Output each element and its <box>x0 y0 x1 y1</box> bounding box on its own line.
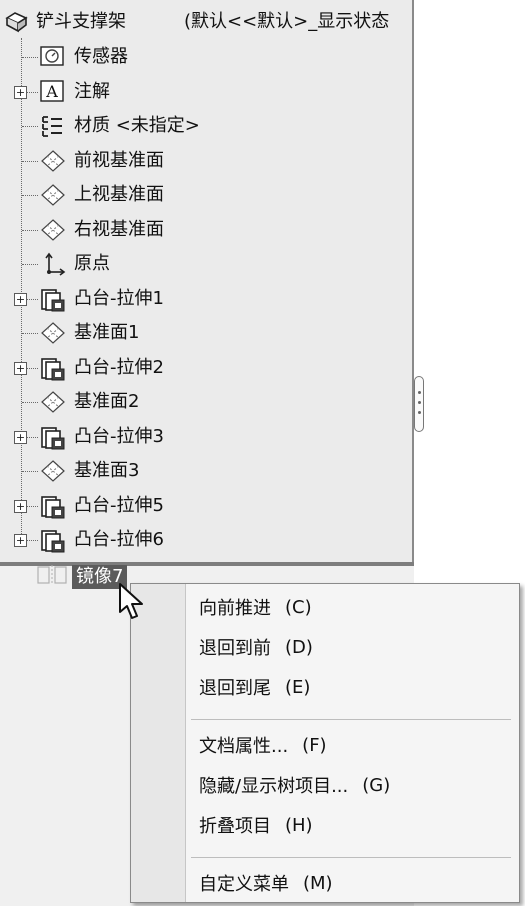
tree-item-label: 凸台-拉伸5 <box>74 494 164 516</box>
tree-item[interactable]: 材质 <未指定> <box>0 109 412 143</box>
menu-item[interactable]: 退回到前 (D) <box>199 632 313 662</box>
tree-connector <box>22 402 38 403</box>
sensor-icon <box>40 45 64 71</box>
menu-item-label: 退回到尾 <box>199 678 271 699</box>
tree-connector <box>22 229 38 231</box>
expand-toggle-icon[interactable]: + <box>14 361 27 375</box>
plane-icon <box>40 390 66 418</box>
tree-item[interactable]: + A 注解 <box>0 75 412 109</box>
menu-separator <box>191 857 511 858</box>
expand-toggle-icon[interactable]: + <box>14 292 27 306</box>
plane-icon <box>40 149 66 177</box>
menu-item-shortcut: (F) <box>302 734 327 756</box>
tree-item-label: 材质 <未指定> <box>74 115 200 136</box>
plane-icon <box>40 218 66 246</box>
extrude-icon <box>40 287 66 317</box>
tree-item[interactable]: 原点 <box>0 247 412 281</box>
menu-item[interactable]: 折叠项目 (H) <box>199 810 313 840</box>
menu-item-label: 退回到前 <box>199 638 271 659</box>
tree-item[interactable]: + 凸台-拉伸6 <box>0 523 412 557</box>
menu-item-shortcut: (E) <box>285 676 311 698</box>
tree-item[interactable]: 右视基准面 <box>0 213 412 247</box>
tree-item[interactable]: 上视基准面 <box>0 178 412 212</box>
tree-connector <box>22 333 38 334</box>
feature-tree-panel: 铲斗支撑架 (默认<<默认>_显示状态 传感器 + A 注解材质 <未指定> 前视基准面… <box>0 0 414 562</box>
menu-item-label: 文档属性... <box>199 736 289 757</box>
tree-item-label: 前视基准面 <box>74 149 164 171</box>
mirror-icon <box>36 564 68 590</box>
svg-text:A: A <box>45 82 58 101</box>
tree-item-label: 注解 <box>74 80 110 102</box>
tree-item-mirror[interactable]: 镜像7 <box>36 563 128 591</box>
tree-item-label: 基准面1 <box>74 322 140 343</box>
part-name: 铲斗支撑架 <box>36 11 126 32</box>
tree-item-label: 上视基准面 <box>74 184 164 205</box>
tree-item[interactable]: 基准面1 <box>0 316 412 350</box>
tree-item-label: 凸台-拉伸6 <box>74 529 164 550</box>
mouse-cursor-icon <box>118 582 150 628</box>
menu-item[interactable]: 自定义菜单 (M) <box>199 868 333 898</box>
configuration-label: (默认<<默认>_显示状态 <box>184 11 390 32</box>
menu-separator <box>191 719 511 720</box>
tree-item-label: 基准面3 <box>74 460 140 481</box>
tree-item[interactable]: 基准面3 <box>0 454 412 488</box>
tree-item[interactable]: 前视基准面 <box>0 144 412 178</box>
tree-item-label: 凸台-拉伸2 <box>74 356 164 378</box>
context-menu: 向前推进 (C) 退回到前 (D) 退回到尾 (E) 文档属性... (F) 隐藏/显示树项目.… <box>130 583 520 903</box>
expand-toggle-icon[interactable]: + <box>14 85 27 99</box>
tree-item-label: 原点 <box>74 253 110 274</box>
tree-item[interactable]: + 凸台-拉伸1 <box>0 282 412 316</box>
tree-root-item[interactable]: 铲斗支撑架 (默认<<默认>_显示状态 <box>0 4 412 38</box>
tree-item[interactable]: 传感器 <box>0 40 412 74</box>
part-icon <box>4 10 30 38</box>
tree-connector <box>22 160 38 162</box>
tree-connector <box>22 264 38 265</box>
tree-connector <box>22 471 38 472</box>
annotation-icon: A <box>40 79 64 106</box>
menu-item-shortcut: (C) <box>285 596 312 618</box>
tree-item[interactable]: 基准面2 <box>0 385 412 419</box>
expand-toggle-icon[interactable]: + <box>14 430 27 444</box>
extrude-icon <box>40 528 66 558</box>
expand-toggle-icon[interactable]: + <box>14 534 27 547</box>
tree-connector <box>22 126 38 127</box>
expand-toggle-icon[interactable]: + <box>14 499 27 513</box>
tree-item-label: 传感器 <box>74 46 128 67</box>
menu-item-shortcut: (H) <box>285 814 313 836</box>
origin-icon <box>40 252 66 280</box>
extrude-icon <box>40 356 66 386</box>
menu-item-shortcut: (M) <box>303 872 333 894</box>
tree-item-label: 基准面2 <box>74 391 140 412</box>
tree-item[interactable]: + 凸台-拉伸2 <box>0 351 412 385</box>
menu-item-shortcut: (D) <box>285 636 313 658</box>
extrude-icon <box>40 425 66 455</box>
menu-item-label: 折叠项目 <box>199 816 271 837</box>
menu-item[interactable]: 文档属性... (F) <box>199 730 327 760</box>
menu-item-label: 隐藏/显示树项目... <box>199 776 349 797</box>
tree-item[interactable]: + 凸台-拉伸3 <box>0 420 412 454</box>
tree-item-label: 凸台-拉伸3 <box>74 425 164 447</box>
plane-icon <box>40 459 66 487</box>
material-icon <box>40 114 64 142</box>
tree-item[interactable]: + 凸台-拉伸5 <box>0 489 412 523</box>
menu-item[interactable]: 退回到尾 (E) <box>199 672 310 702</box>
tree-item-label: 凸台-拉伸1 <box>74 287 164 309</box>
menu-item[interactable]: 隐藏/显示树项目... (G) <box>199 770 390 800</box>
tree-connector <box>22 195 38 196</box>
menu-item-label: 向前推进 <box>199 598 271 619</box>
menu-item-shortcut: (G) <box>362 774 391 796</box>
tree-connector <box>22 57 38 58</box>
menu-item-label: 自定义菜单 <box>199 874 289 895</box>
menu-icon-gutter <box>131 584 186 902</box>
tree-item-label: 右视基准面 <box>74 218 164 240</box>
menu-item[interactable]: 向前推进 (C) <box>199 592 312 622</box>
panel-splitter-handle[interactable] <box>414 376 424 432</box>
plane-icon <box>40 183 66 211</box>
plane-icon <box>40 321 66 349</box>
extrude-icon <box>40 494 66 524</box>
